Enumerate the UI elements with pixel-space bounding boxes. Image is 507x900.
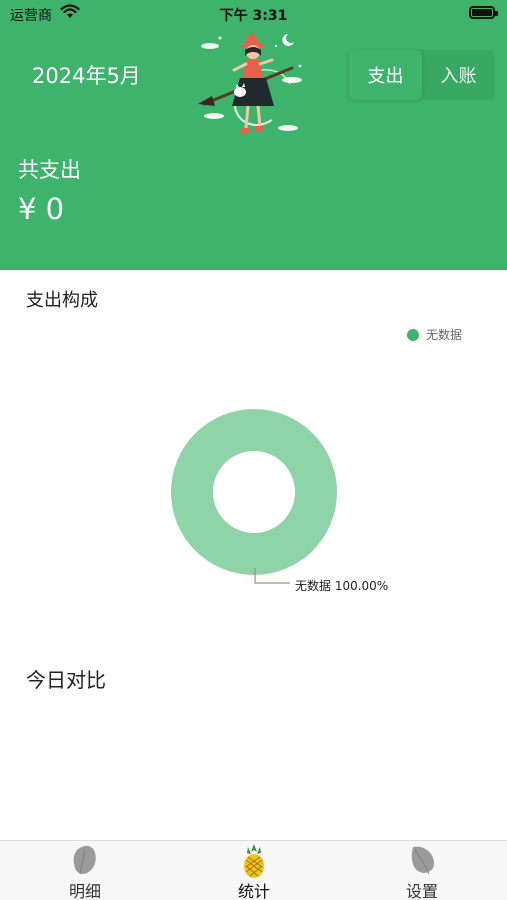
slice-label: 无数据 100.00% — [295, 579, 389, 593]
month-selector[interactable]: 2024年5月 — [32, 60, 141, 90]
tab-bar: 明细 统计 设置 — [0, 840, 507, 900]
header: 运营商 下午 3:31 2024年5月 支出 入账 共支出 ¥ 0 — [0, 0, 507, 270]
segment-income[interactable]: 入账 — [422, 50, 495, 100]
tab-settings[interactable]: 设置 — [362, 841, 482, 900]
tab-details[interactable]: 明细 — [25, 841, 145, 900]
segment-expense[interactable]: 支出 — [349, 50, 422, 100]
tab-stats-label: 统计 — [237, 882, 270, 900]
witch-illustration — [198, 32, 302, 133]
battery-icon — [469, 6, 498, 19]
pineapple-icon — [244, 844, 264, 878]
donut-hole — [213, 451, 295, 533]
donut-chart[interactable] — [170, 408, 338, 576]
status-time: 下午 3:31 — [219, 8, 288, 24]
legend-label: 无数据 — [426, 328, 463, 342]
chart-legend[interactable]: 无数据 — [407, 326, 462, 343]
leaf-icon — [73, 845, 96, 875]
composition-title: 支出构成 — [26, 290, 98, 311]
status-bar: 运营商 下午 3:31 — [0, 0, 507, 28]
total-amount: ¥ 0 — [18, 192, 65, 226]
tab-settings-label: 设置 — [405, 882, 438, 900]
leaf-icon — [411, 846, 435, 875]
tab-details-label: 明细 — [68, 882, 101, 900]
total-label: 共支出 — [18, 158, 81, 182]
legend-dot — [407, 328, 419, 341]
daily-comparison-title: 今日对比 — [26, 668, 106, 692]
tab-stats[interactable]: 统计 — [194, 841, 314, 900]
type-segmented-control: 支出 入账 — [349, 50, 495, 100]
